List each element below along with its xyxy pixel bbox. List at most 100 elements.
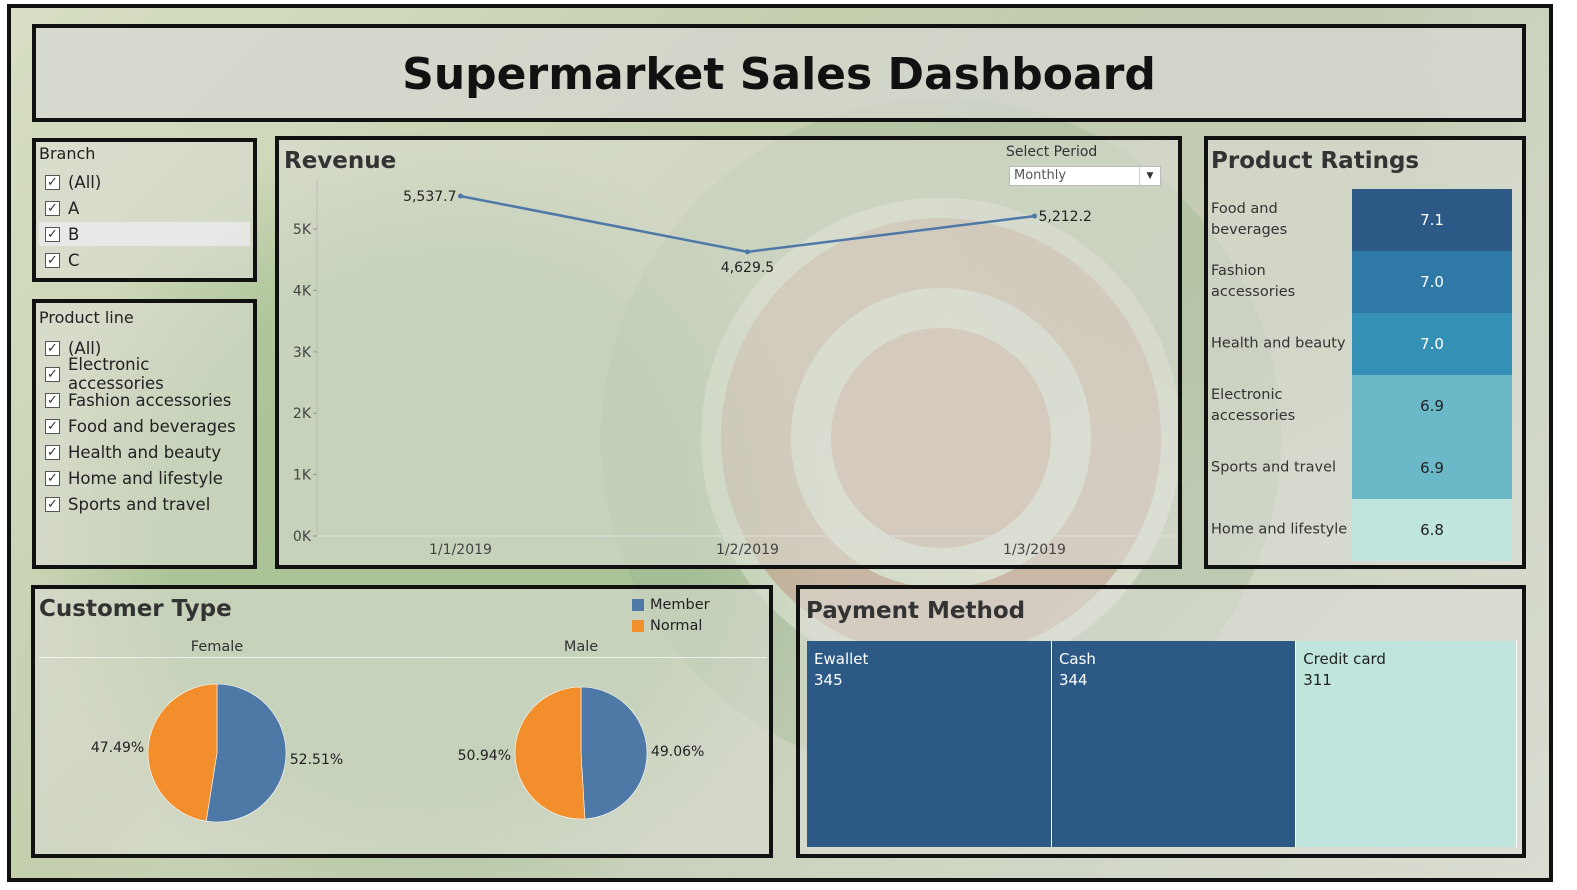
product-ratings-title: Product Ratings (1211, 148, 1420, 174)
rating-label: Fashion accessories (1211, 263, 1296, 300)
rating-value-cell: 7.1 (1352, 189, 1512, 251)
rating-value-cell: 6.9 (1352, 375, 1512, 437)
pie-slice-member[interactable] (580, 686, 648, 820)
pie-label-member: 49.06% (651, 744, 704, 760)
rating-row-health[interactable]: Health and beauty 7.0 (1208, 313, 1522, 375)
checkbox-checked-icon[interactable]: ✓ (45, 200, 60, 216)
checkbox-checked-icon[interactable]: ✓ (45, 340, 60, 356)
product-line-option-electronic[interactable]: ✓ Electronic accessories (39, 355, 250, 393)
rating-label: Sports and travel (1211, 459, 1337, 476)
checkbox-checked-icon[interactable]: ✓ (45, 470, 60, 486)
y-tick-label: 5K (293, 222, 312, 238)
checkbox-checked-icon[interactable]: ✓ (45, 174, 60, 190)
rating-row-home[interactable]: Home and lifestyle 6.8 (1208, 499, 1522, 561)
ratings-table: Food and beverages 7.1 Fashion accessori… (1208, 189, 1522, 561)
customer-type-panel: Customer Type Member Normal Female Male … (31, 585, 773, 858)
customer-type-title: Customer Type (39, 596, 232, 622)
rating-value-cell: 6.8 (1352, 499, 1512, 561)
branch-option-label: C (68, 250, 80, 270)
y-tick-label: 2K (293, 406, 312, 422)
treemap-cell-count: 345 (814, 671, 843, 689)
x-tick-label: 1/1/2019 (429, 542, 492, 558)
checkbox-checked-icon[interactable]: ✓ (45, 226, 60, 242)
legend-member[interactable]: Member (632, 597, 710, 613)
treemap-cell-label: Cash (1058, 650, 1096, 668)
revenue-series-line[interactable] (460, 194, 1035, 254)
rating-label: Food and beverages (1211, 201, 1288, 238)
revenue-data-label: 5,212.2 (1039, 209, 1092, 225)
treemap-cell-cash[interactable]: Cash 344 (1051, 641, 1297, 847)
y-tick-label: 0K (293, 529, 312, 545)
legend-label: Member (650, 597, 710, 613)
payment-method-panel: Payment Method Ewallet 345 Cash 344 Cred… (796, 585, 1526, 858)
checkbox-checked-icon[interactable]: ✓ (45, 496, 60, 512)
product-line-option-label: Health and beauty (68, 442, 222, 462)
checkbox-checked-icon[interactable]: ✓ (45, 392, 60, 408)
revenue-line-chart: 0K 1K 2K 3K 4K 5K 1/1/2019 1/2/2019 1/3/2019 5,53… (293, 180, 1178, 558)
branch-filter-title: Branch (39, 144, 96, 163)
branch-option-b[interactable]: ✓ B (39, 222, 250, 246)
pie-slice-normal[interactable] (147, 683, 218, 822)
rating-row-electronic[interactable]: Electronic accessories 6.9 (1208, 375, 1522, 437)
rating-value-cell: 7.0 (1352, 313, 1512, 375)
rating-row-food[interactable]: Food and beverages 7.1 (1208, 189, 1522, 251)
legend-swatch (632, 599, 644, 611)
branch-option-c[interactable]: ✓ C (39, 248, 250, 272)
checkbox-checked-icon[interactable]: ✓ (45, 444, 60, 460)
x-tick-label: 1/3/2019 (1003, 542, 1066, 558)
revenue-data-point[interactable] (745, 249, 750, 255)
treemap-cell-count: 344 (1058, 671, 1088, 689)
treemap-cell-label: Credit card (1303, 650, 1386, 668)
pie-label-normal: 47.49% (91, 740, 144, 756)
rating-label: Home and lifestyle (1211, 521, 1348, 538)
branch-option-label: A (68, 198, 80, 218)
product-line-option-food[interactable]: ✓ Food and beverages (39, 414, 250, 438)
product-line-option-fashion[interactable]: ✓ Fashion accessories (39, 388, 250, 412)
customer-type-pie-charts: 52.51% 47.49% 49.06% 50.94% (91, 683, 704, 823)
rating-row-fashion[interactable]: Fashion accessories 7.0 (1208, 251, 1522, 313)
revenue-data-point[interactable] (458, 193, 463, 199)
product-line-option-sports[interactable]: ✓ Sports and travel (39, 492, 250, 516)
y-tick-label: 1K (293, 468, 312, 484)
product-line-option-label: Sports and travel (68, 494, 211, 514)
rating-label: Health and beauty (1211, 335, 1346, 352)
product-ratings-panel: Product Ratings Food and beverages 7.1 F… (1204, 136, 1526, 569)
legend-normal[interactable]: Normal (632, 618, 702, 634)
revenue-data-point[interactable] (1032, 213, 1037, 219)
pie-slice-member[interactable] (205, 683, 287, 823)
checkbox-checked-icon[interactable]: ✓ (45, 366, 60, 382)
product-line-option-health[interactable]: ✓ Health and beauty (39, 440, 250, 464)
pie-header-female: Female (190, 639, 244, 655)
payment-method-title: Payment Method (806, 598, 1026, 624)
rating-value-cell: 7.0 (1352, 251, 1512, 313)
branch-option-label: (All) (68, 172, 102, 192)
branch-option-label: B (68, 224, 80, 244)
revenue-data-label: 5,537.7 (403, 189, 456, 205)
payment-treemap: Ewallet 345 Cash 344 Credit card 311 (807, 641, 1517, 847)
pie-header-male: Male (563, 639, 599, 655)
product-line-option-label: Fashion accessories (68, 390, 232, 410)
checkbox-checked-icon[interactable]: ✓ (45, 418, 60, 434)
treemap-cell-ewallet[interactable]: Ewallet 345 (807, 641, 1052, 847)
product-line-option-home[interactable]: ✓ Home and lifestyle (39, 466, 250, 490)
pie-label-normal: 50.94% (458, 748, 511, 764)
branch-option-a[interactable]: ✓ A (39, 196, 250, 220)
product-line-filter-title: Product line (39, 308, 134, 327)
treemap-cell-label: Ewallet (814, 650, 869, 668)
y-tick-label: 4K (293, 283, 312, 299)
pie-slice-normal[interactable] (514, 686, 586, 820)
x-tick-label: 1/2/2019 (716, 542, 779, 558)
treemap-cell-credit-card[interactable]: Credit card 311 (1296, 641, 1517, 847)
title-panel: Supermarket Sales Dashboard (32, 24, 1526, 122)
rating-value-cell: 6.9 (1352, 437, 1512, 499)
rating-row-sports[interactable]: Sports and travel 6.9 (1208, 437, 1522, 499)
dashboard-title: Supermarket Sales Dashboard (402, 49, 1156, 100)
branch-option-all[interactable]: ✓ (All) (39, 170, 250, 194)
legend-swatch (632, 620, 644, 632)
product-line-filter: Product line ✓ (All) ✓ Electronic access… (32, 299, 257, 569)
revenue-panel: Revenue Select Period Monthly ▼ 0K 1K 2K 3K… (275, 136, 1182, 569)
pie-label-member: 52.51% (290, 752, 343, 768)
product-line-option-label: Home and lifestyle (68, 468, 223, 488)
checkbox-checked-icon[interactable]: ✓ (45, 252, 60, 268)
legend-label: Normal (650, 618, 703, 634)
